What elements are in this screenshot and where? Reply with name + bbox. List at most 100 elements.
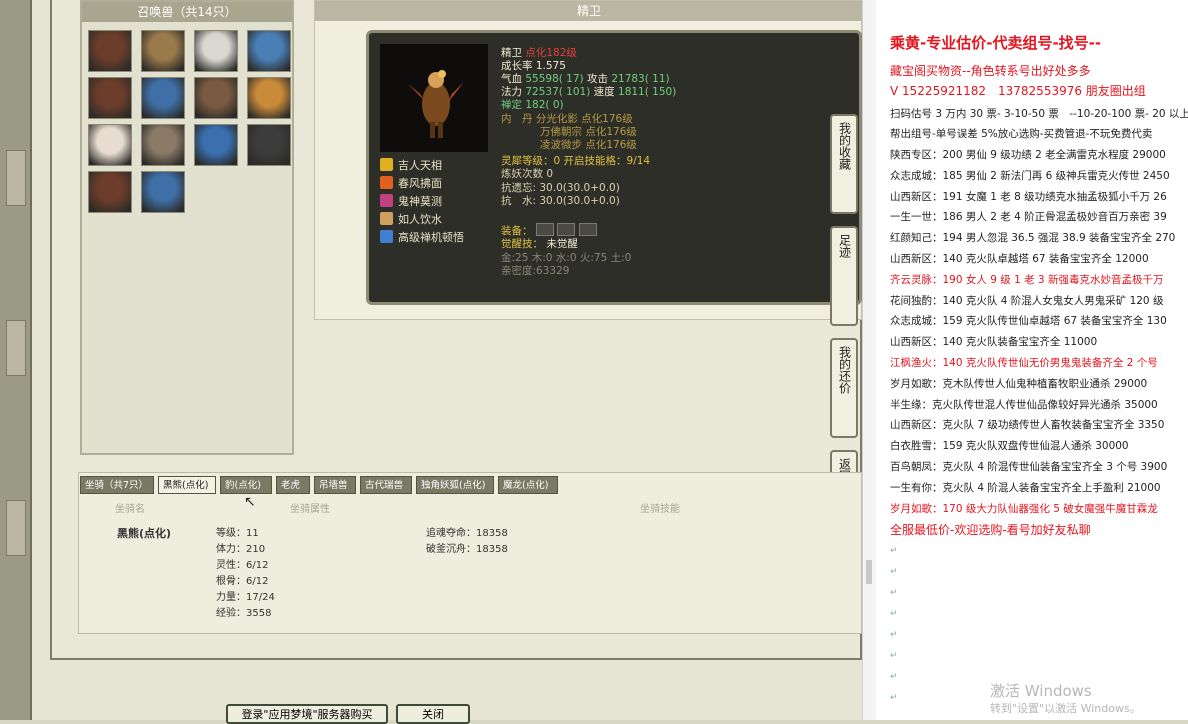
doc-entry: 岁月如歌：克木队传世人仙鬼种植畜牧职业通杀 29000	[890, 377, 1148, 390]
neidan-item: 凌波微步 点化176级	[540, 139, 637, 151]
doc-entry: 齐云灵脉：190 女人 9 级 1 老 3 新强毒克水妙音孟极千万	[890, 273, 1164, 286]
mouse-cursor-icon: ↖	[244, 494, 256, 510]
mount-skill-header: 坐骑技能	[640, 504, 680, 515]
mount-attr: 灵性：6/12	[216, 560, 269, 571]
pet-skill[interactable]: 高级禅机顿悟	[380, 230, 464, 246]
frame-handle	[6, 150, 26, 206]
pet-portrait	[380, 44, 488, 152]
mount-attr-header: 坐骑属性	[290, 504, 330, 515]
pet-avatar[interactable]	[141, 30, 185, 72]
pet-avatar[interactable]	[141, 171, 185, 213]
buy-on-server-button[interactable]: 登录"应用梦境"服务器购买	[226, 704, 388, 724]
paragraph-mark-icon: ↵	[890, 588, 898, 598]
pet-neidan-line: 内 丹 分光化影 点化176级	[501, 113, 633, 125]
close-button[interactable]: 关闭	[396, 704, 470, 724]
pet-skill[interactable]: 吉人天相	[380, 158, 442, 174]
pet-avatar[interactable]	[194, 30, 238, 72]
pet-avatar[interactable]	[88, 171, 132, 213]
doc-line: 扫码估号 3 万内 30 票- 3-10-50 票 --10-20-100 票-…	[890, 108, 1188, 120]
side-tab-label: 我的还价	[837, 346, 852, 394]
doc-line: 帮出组号-单号误差 5%放心选购-买费管退-不玩免费代卖	[890, 128, 1153, 140]
doc-entry: 众志成城：185 男仙 2 新法门再 6 级神兵雷克火传世 2450	[890, 169, 1170, 182]
spd-label: 速度	[593, 86, 615, 98]
paragraph-mark-icon: ↵	[890, 567, 898, 577]
skill-label: 春风拂面	[398, 177, 442, 190]
mount-tab[interactable]: 老虎	[276, 476, 310, 494]
pet-avatar[interactable]	[194, 77, 238, 119]
mount-tab[interactable]: 黑熊(点化)	[158, 476, 216, 494]
pet-detail-title: 精卫	[315, 1, 863, 21]
pet-avatar[interactable]	[88, 124, 132, 166]
page-scrollbar[interactable]	[862, 0, 876, 720]
mount-tab[interactable]: 独角妖狐(点化)	[416, 476, 494, 494]
pet-equip-line: 装备：	[501, 223, 597, 237]
paragraph-mark-icon: ↵	[890, 630, 898, 640]
paragraph-mark-icon: ↵	[890, 672, 898, 682]
pet-sprite-image	[408, 70, 464, 138]
pet-lianyao: 炼妖次数 0	[501, 168, 554, 180]
skill-icon	[380, 230, 393, 243]
neidan-item: 分光化影 点化176级	[535, 113, 633, 125]
pet-level: 点化182级	[525, 47, 577, 59]
skill-icon	[380, 176, 393, 189]
scrollbar-thumb[interactable]	[866, 560, 872, 584]
pet-lingxi: 灵犀等级：0 开启技能格：9/14	[501, 155, 651, 167]
paragraph-mark-icon: ↵	[890, 651, 898, 661]
mount-skill: 追魂夺命：18358	[426, 528, 508, 539]
mount-tab[interactable]: 古代瑞兽	[360, 476, 412, 494]
mount-tab[interactable]: 豹(点化)	[220, 476, 272, 494]
skill-label: 如人饮水	[398, 213, 442, 226]
pet-name-line: 精卫 点化182级	[501, 47, 577, 59]
pet-name: 精卫	[501, 47, 522, 59]
equip-label: 装备：	[501, 225, 533, 237]
atk-label: 攻击	[586, 73, 608, 85]
doc-footer: 全服最低价-欢迎选购-看号加好友私聊	[890, 523, 1091, 537]
side-tab-label: 我的收藏	[837, 122, 852, 170]
side-tab[interactable]: 我的收藏	[830, 114, 858, 214]
equip-slot[interactable]	[578, 223, 597, 236]
doc-entry: 众志成城：159 克火队传世仙卓越塔 67 装备宝宝齐全 130	[890, 315, 1167, 328]
doc-entry: 山西新区：克火队 7 级功绩传世人畜牧装备宝宝齐全 3350	[890, 419, 1165, 432]
pet-avatar[interactable]	[247, 30, 291, 72]
frame-handle	[6, 320, 26, 376]
doc-entry: 白衣胜雪：159 克火队双盘传世仙混人通杀 30000	[890, 440, 1129, 453]
paragraph-mark-icon: ↵	[890, 609, 898, 619]
mount-attr: 等级：11	[216, 528, 259, 539]
pet-awaken-line: 觉醒技： 未觉醒	[501, 238, 578, 250]
pet-avatar[interactable]	[88, 30, 132, 72]
pets-panel-title: 召唤兽（共14只）	[82, 2, 292, 22]
mount-tab[interactable]: 吊墙兽	[314, 476, 356, 494]
skill-label: 吉人天相	[398, 159, 442, 172]
pet-avatar[interactable]	[247, 77, 291, 119]
pet-hp-line: 气血 55598( 17) 攻击 21783( 11)	[501, 73, 670, 85]
document-panel: 乘黄-专业估价-代卖组号-找号-- 藏宝阁买物资--角色转系号出好处多多 V 1…	[876, 0, 1188, 720]
mount-tab[interactable]: 魔龙(点化)	[498, 476, 558, 494]
activation-watermark-text: 转到"设置"以激活 Windows。	[990, 702, 1141, 715]
pet-skill[interactable]: 春风拂面	[380, 176, 442, 192]
mount-attr: 经验：3558	[216, 608, 272, 619]
awaken-label: 觉醒技：	[501, 238, 543, 250]
doc-entry: 江枫渔火：140 克火队传世仙无价男鬼鬼装备齐全 2 个号	[890, 357, 1158, 369]
pet-avatar[interactable]	[88, 77, 132, 119]
mp-label: 法力	[501, 86, 522, 98]
paragraph-mark-icon: ↵	[890, 693, 898, 703]
mount-name-header: 坐骑名	[115, 504, 145, 515]
pet-avatar[interactable]	[194, 124, 238, 166]
pet-avatar[interactable]	[141, 124, 185, 166]
skill-icon	[380, 212, 393, 225]
side-tab[interactable]: 我的还价	[830, 338, 858, 438]
mounts-title: 坐骑（共7只）	[80, 476, 154, 494]
pet-avatar[interactable]	[247, 124, 291, 166]
equip-slot[interactable]	[535, 223, 554, 236]
activation-watermark-title: 激活 Windows	[990, 682, 1092, 700]
pet-skill[interactable]: 如人饮水	[380, 212, 442, 228]
pet-skill[interactable]: 鬼神莫测	[380, 194, 442, 210]
pet-avatar[interactable]	[141, 77, 185, 119]
spd-value: 1811( 150)	[618, 86, 677, 98]
side-tab[interactable]: 足迹	[830, 226, 858, 326]
mount-attr: 体力：210	[216, 544, 266, 555]
mount-name: 黑熊(点化)	[117, 527, 172, 540]
neidan-label: 内 丹	[501, 113, 533, 125]
equip-slot[interactable]	[557, 223, 576, 236]
pet-mp-line: 法力 72537( 101) 速度 1811( 150)	[501, 86, 676, 98]
